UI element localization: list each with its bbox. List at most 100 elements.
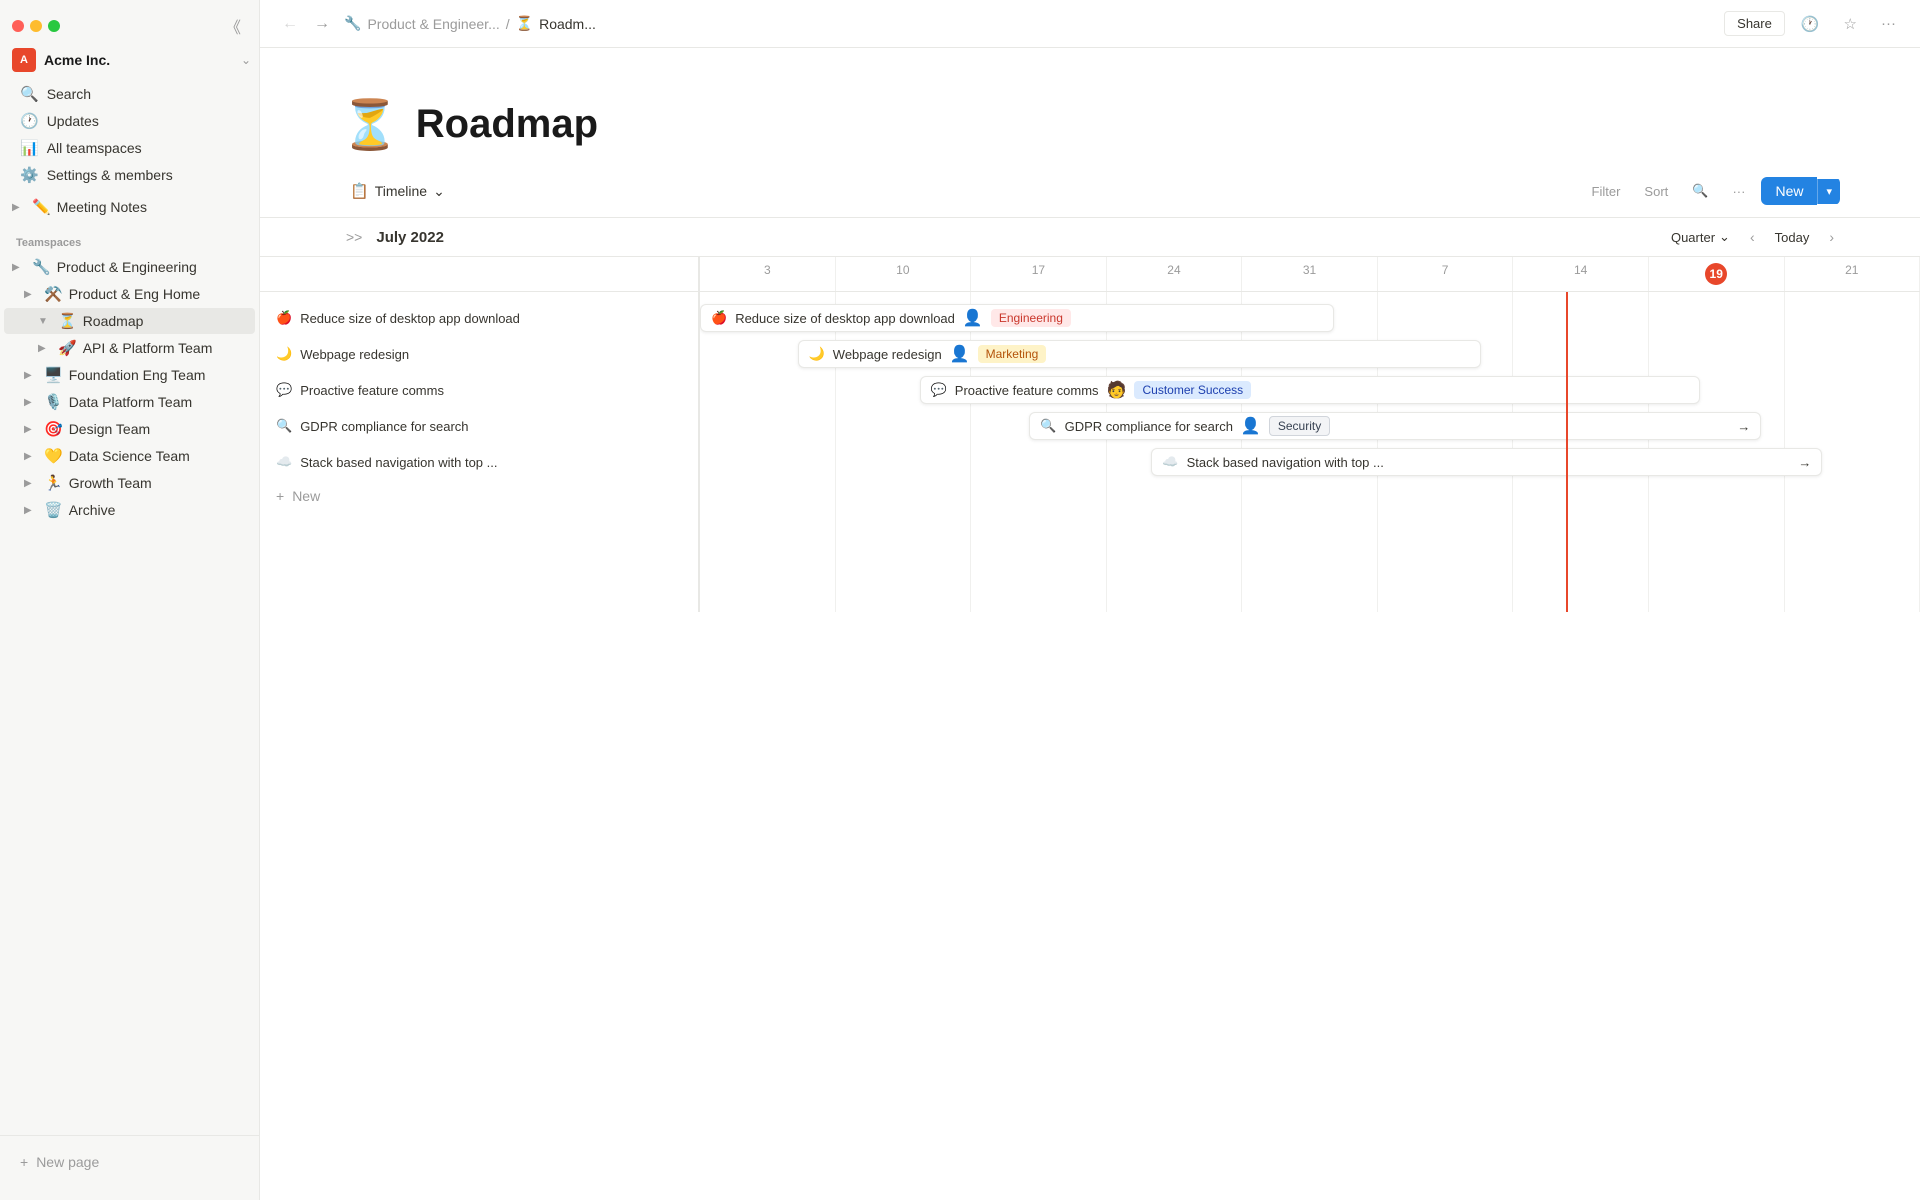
topbar-navigation: ← →	[276, 11, 336, 37]
forward-button[interactable]: →	[308, 11, 336, 37]
more-toolbar-button[interactable]: ···	[1724, 180, 1753, 203]
today-button[interactable]: Today	[1767, 227, 1818, 248]
api-platform-label: API & Platform Team	[83, 340, 213, 356]
date-col-7: 7	[1378, 257, 1514, 291]
workspace-name: Acme Inc.	[44, 52, 233, 68]
sidebar-item-data-platform[interactable]: ▶ 🎙️ Data Platform Team	[4, 389, 255, 415]
arrow-down-icon: ▼	[38, 316, 52, 327]
roadmap-label: Roadmap	[83, 313, 144, 329]
view-label: Timeline	[375, 183, 427, 199]
breadcrumb-current-icon: ⏳	[516, 15, 533, 32]
search-toolbar-button[interactable]: 🔍	[1684, 179, 1716, 203]
arrow-icon: ▶	[12, 262, 26, 273]
breadcrumb-separator: /	[506, 16, 510, 32]
timeline-prev-button[interactable]: ‹	[1744, 227, 1761, 247]
history-button[interactable]: 🕐	[1793, 11, 1828, 37]
date-header-row: 3 10 17 24 31 7 14 19 21	[700, 257, 1920, 291]
sidebar-item-product-eng[interactable]: ▶ 🔧 Product & Engineering	[4, 254, 255, 280]
sidebar-collapse-button[interactable]: 《	[219, 12, 247, 40]
task5-label: Stack based navigation with top ...	[1187, 455, 1384, 470]
task-bar-5[interactable]: ☁️ Stack based navigation with top ... →	[1151, 448, 1822, 476]
date-label: 10	[896, 263, 909, 277]
task-bar-4[interactable]: 🔍 GDPR compliance for search 👤 Security …	[1029, 412, 1761, 440]
task-row-1[interactable]: 🍎 Reduce size of desktop app download 👤 …	[700, 300, 1920, 336]
quarter-selector-button[interactable]: Quarter ⌄	[1663, 226, 1738, 248]
task-row-4[interactable]: 🔍 GDPR compliance for search 👤 Security …	[700, 408, 1920, 444]
lp-item-task4[interactable]: 🔍 GDPR compliance for search	[260, 408, 698, 444]
workspace-chevron-icon: ⌄	[241, 53, 251, 67]
timeline-skip-button[interactable]: >>	[340, 227, 368, 247]
moon-icon: 🌙	[276, 346, 292, 362]
date-label: 21	[1845, 263, 1858, 277]
breadcrumb-parent[interactable]: Product & Engineer...	[367, 16, 499, 32]
lp-task5-label: Stack based navigation with top ...	[300, 455, 497, 470]
date-col-21: 21	[1785, 257, 1920, 291]
main-content: ← → 🔧 Product & Engineer... / ⏳ Roadm...…	[260, 0, 1920, 1200]
share-button[interactable]: Share	[1724, 11, 1785, 36]
task-bar-2[interactable]: 🌙 Webpage redesign 👤 Marketing	[798, 340, 1481, 368]
sidebar-item-design-team[interactable]: ▶ 🎯 Design Team	[4, 416, 255, 442]
lp-item-task2[interactable]: 🌙 Webpage redesign	[260, 336, 698, 372]
timeline-next-button[interactable]: ›	[1823, 227, 1840, 247]
today-badge: 19	[1705, 263, 1727, 285]
sidebar-item-roadmap[interactable]: ▼ ⏳ Roadmap	[4, 308, 255, 334]
task2-avatar: 👤	[950, 344, 970, 364]
topbar: ← → 🔧 Product & Engineer... / ⏳ Roadm...…	[260, 0, 1920, 48]
sidebar-item-all-teamspaces[interactable]: 📊 All teamspaces	[4, 135, 255, 161]
sidebar-item-product-eng-home[interactable]: ▶ ⚒️ Product & Eng Home	[4, 281, 255, 307]
tools-icon: ⚒️	[44, 285, 63, 303]
view-selector-button[interactable]: 📋 Timeline ⌄	[340, 178, 455, 204]
workspace-icon: A	[12, 48, 36, 72]
plus-icon: +	[20, 1154, 28, 1170]
new-chevron-button[interactable]: ▾	[1817, 179, 1840, 204]
trash-icon: 🗑️	[44, 501, 63, 519]
lp-item-task1[interactable]: 🍎 Reduce size of desktop app download	[260, 300, 698, 336]
page-content: ⏳ Roadmap 📋 Timeline ⌄ Filter Sort 🔍 ···…	[260, 48, 1920, 1200]
task-row-5[interactable]: ☁️ Stack based navigation with top ... →	[700, 444, 1920, 480]
lp-item-task3[interactable]: 💬 Proactive feature comms	[260, 372, 698, 408]
sidebar-item-api-platform[interactable]: ▶ 🚀 API & Platform Team	[4, 335, 255, 361]
sidebar-item-meeting-notes[interactable]: ▶ ✏️ Meeting Notes	[4, 194, 255, 220]
sidebar-item-settings[interactable]: ⚙️ Settings & members	[4, 162, 255, 188]
sort-button[interactable]: Sort	[1636, 180, 1676, 203]
sidebar-item-search[interactable]: 🔍 Search	[4, 81, 255, 107]
arrow-icon: ▶	[38, 343, 52, 354]
sidebar-item-archive[interactable]: ▶ 🗑️ Archive	[4, 497, 255, 523]
date-label: 24	[1167, 263, 1180, 277]
task-bar-1[interactable]: 🍎 Reduce size of desktop app download 👤 …	[700, 304, 1334, 332]
task-row-2[interactable]: 🌙 Webpage redesign 👤 Marketing	[700, 336, 1920, 372]
plus-icon: +	[276, 488, 284, 504]
favorite-button[interactable]: ☆	[1836, 11, 1865, 37]
more-button[interactable]: ···	[1873, 11, 1904, 36]
sidebar-item-foundation-eng[interactable]: ▶ 🖥️ Foundation Eng Team	[4, 362, 255, 388]
apple-icon: 🍎	[711, 310, 727, 326]
new-page-button[interactable]: + New page	[8, 1148, 251, 1176]
traffic-light-minimize[interactable]	[30, 20, 42, 32]
topbar-actions: Share 🕐 ☆ ···	[1724, 11, 1904, 37]
back-button[interactable]: ←	[276, 11, 304, 37]
archive-label: Archive	[69, 502, 116, 518]
task-bars: 🍎 Reduce size of desktop app download 👤 …	[700, 292, 1920, 488]
new-main-button[interactable]: New	[1761, 177, 1817, 205]
lp-item-task5[interactable]: ☁️ Stack based navigation with top ...	[260, 444, 698, 480]
moon-icon: 🌙	[809, 346, 825, 362]
task4-label: GDPR compliance for search	[1065, 419, 1233, 434]
workspace-header[interactable]: A Acme Inc. ⌄	[0, 44, 259, 80]
traffic-light-close[interactable]	[12, 20, 24, 32]
sidebar-item-growth-team[interactable]: ▶ 🏃 Growth Team	[4, 470, 255, 496]
filter-button[interactable]: Filter	[1584, 180, 1629, 203]
sidebar-item-data-science[interactable]: ▶ 💛 Data Science Team	[4, 443, 255, 469]
design-team-label: Design Team	[69, 421, 150, 437]
arrow-icon: ▶	[24, 289, 38, 300]
timeline-grid: 🍎 Reduce size of desktop app download 👤 …	[700, 292, 1920, 612]
task-bar-3[interactable]: 💬 Proactive feature comms 🧑 Customer Suc…	[920, 376, 1701, 404]
traffic-light-maximize[interactable]	[48, 20, 60, 32]
speech-icon: 💬	[931, 382, 947, 398]
grid-icon: 📊	[20, 139, 39, 157]
lp-task3-label: Proactive feature comms	[300, 383, 444, 398]
pencil-icon: ✏️	[32, 198, 51, 216]
sidebar-item-updates[interactable]: 🕐 Updates	[4, 108, 255, 134]
task-row-3[interactable]: 💬 Proactive feature comms 🧑 Customer Suc…	[700, 372, 1920, 408]
new-row-button[interactable]: + New	[260, 480, 698, 512]
hourglass-icon: ⏳	[58, 312, 77, 330]
